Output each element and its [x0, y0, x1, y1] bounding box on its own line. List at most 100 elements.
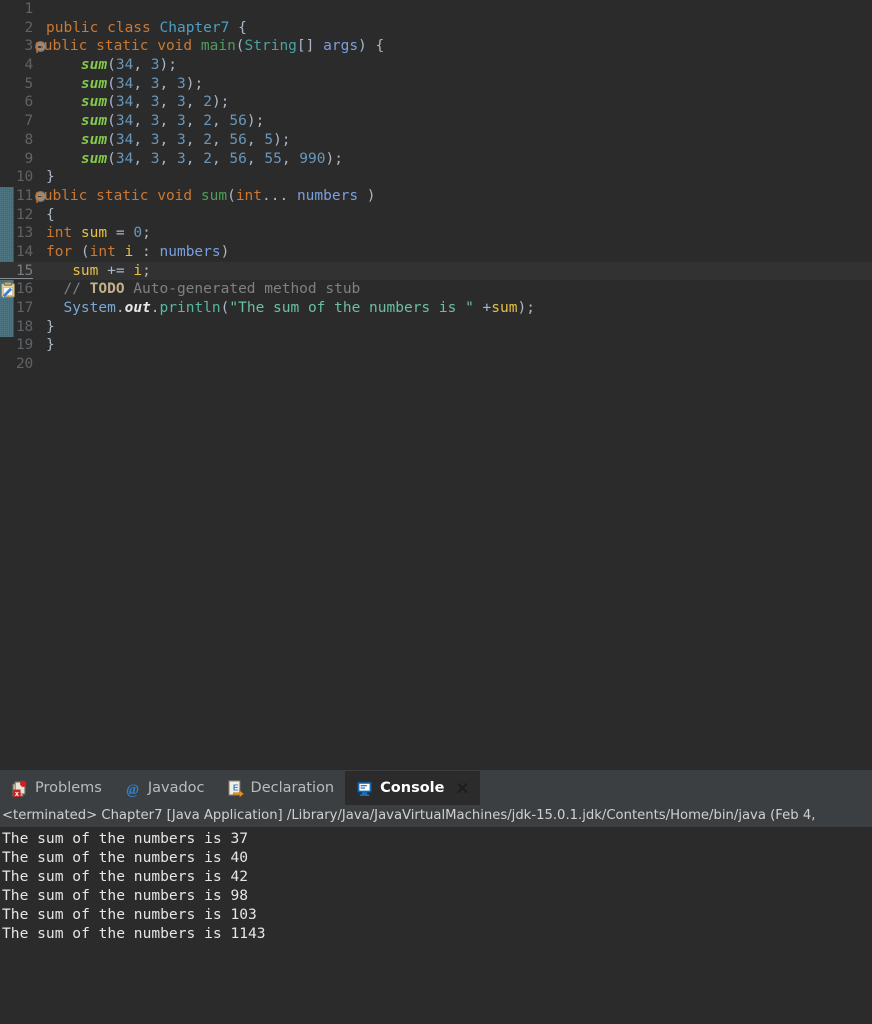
code-text-line-3: public static void main(String[] args) {	[35, 37, 384, 56]
code-line-15[interactable]: 15 sum += i;	[0, 261, 872, 281]
line-number-11: 11	[15, 187, 33, 204]
token-mcall: sum	[80, 57, 108, 74]
code-line-11[interactable]: 11 public static void sum(int... numbers …	[0, 187, 872, 206]
token-localv: sum	[80, 225, 108, 242]
token-todo: TODO	[89, 281, 125, 298]
token-plain: .	[150, 300, 160, 316]
token-plain: );	[211, 94, 230, 111]
console-process-label: <terminated> Chapter7 [Java Application]…	[0, 805, 872, 827]
java-code-editor[interactable]: 1 2 public class Chapter7 {3 public static …	[0, 0, 872, 770]
token-plain: ,	[246, 150, 265, 167]
line-number-7: 7	[24, 113, 33, 130]
code-line-9[interactable]: 9 sum(34, 3, 3, 2, 56, 55, 990);	[0, 150, 872, 169]
code-line-4[interactable]: 4 sum(34, 3);	[0, 56, 872, 75]
token-kw: static	[96, 187, 158, 204]
code-line-13[interactable]: 13 int sum = 0;	[0, 224, 872, 243]
token-plain: ,	[133, 150, 151, 167]
token-plain: ,	[159, 75, 177, 92]
code-line-7[interactable]: 7 sum(34, 3, 3, 2, 56);	[0, 112, 872, 131]
token-plain: ) {	[358, 38, 385, 55]
todo-task-icon[interactable]	[0, 281, 17, 298]
tab-label: Declaration	[250, 780, 335, 796]
code-line-17[interactable]: 17 System.out.println("The sum of the nu…	[0, 299, 872, 318]
code-line-5[interactable]: 5 sum(34, 3, 3);	[0, 75, 872, 94]
code-line-12[interactable]: 12 {	[0, 206, 872, 225]
tab-problems[interactable]: x Problems	[0, 771, 113, 805]
line-number-5: 5	[24, 75, 33, 92]
code-line-10[interactable]: 10}	[0, 168, 872, 187]
token-num: 56	[229, 150, 247, 167]
token-num: 3	[150, 131, 160, 148]
console-output-area[interactable]: The sum of the numbers is 37 The sum of t…	[0, 827, 872, 1024]
line-number-6: 6	[24, 94, 33, 111]
svg-text:E: E	[232, 782, 238, 792]
code-text-line-19: }	[46, 336, 55, 355]
token-num: 3	[177, 75, 186, 92]
token-num: 34	[115, 150, 134, 167]
code-line-18[interactable]: 18}	[0, 318, 872, 337]
code-line-20[interactable]: 20	[0, 355, 872, 374]
line-number-1: 1	[24, 1, 33, 17]
code-line-14[interactable]: 14 for (int i : numbers)	[0, 243, 872, 262]
code-line-19[interactable]: 19}	[0, 336, 872, 355]
console-output-line: The sum of the numbers is 1143	[2, 925, 266, 942]
token-localv: sum	[72, 262, 99, 279]
token-num: 34	[115, 131, 134, 148]
token-num: 3	[177, 113, 186, 130]
token-plain: );	[325, 150, 343, 167]
token-num: 3	[150, 113, 160, 130]
token-plain: (	[107, 75, 116, 92]
token-plain: (	[107, 113, 116, 130]
code-line-1[interactable]: 1	[0, 0, 872, 19]
token-num: 2	[203, 131, 212, 148]
token-num: 34	[115, 57, 134, 74]
tab-declaration[interactable]: E Declaration	[216, 771, 346, 805]
line-number-19: 19	[15, 337, 33, 354]
token-plain: );	[246, 113, 265, 130]
token-kw: for	[46, 243, 81, 260]
code-line-2[interactable]: 2 public class Chapter7 {	[0, 19, 872, 38]
tab-javadoc[interactable]: @ Javadoc	[113, 771, 216, 805]
token-param: numbers	[159, 243, 221, 260]
token-plain: ,	[159, 131, 177, 148]
token-num: 3	[150, 75, 160, 92]
code-line-3[interactable]: 3 public static void main(String[] args) …	[0, 37, 872, 56]
token-localv: sum	[491, 300, 518, 316]
code-text-line-11: public static void sum(int... numbers )	[35, 187, 376, 206]
code-text-line-7: sum(34, 3, 3, 2, 56);	[46, 112, 264, 131]
bottom-view-panel: x Problems @ Javadoc E Declaration Console <te…	[0, 770, 872, 1024]
token-param: numbers	[296, 187, 359, 204]
token-mprint: println	[159, 300, 221, 316]
line-number-9: 9	[24, 150, 33, 167]
token-num: 56	[229, 113, 247, 130]
token-plain: ,	[133, 94, 151, 111]
code-line-6[interactable]: 6 sum(34, 3, 3, 2);	[0, 93, 872, 112]
token-num: 55	[264, 150, 282, 167]
token-plain: .	[115, 300, 125, 316]
token-plain: ;	[142, 262, 151, 279]
token-plain: ,	[133, 113, 151, 130]
code-text-line-5: sum(34, 3, 3);	[46, 75, 203, 94]
eclipse-ide-window: 1 2 public class Chapter7 {3 public static …	[0, 0, 872, 1024]
token-plain: ,	[185, 131, 204, 148]
code-line-8[interactable]: 8 sum(34, 3, 3, 2, 56, 5);	[0, 131, 872, 150]
token-plain: ,	[211, 131, 230, 148]
tab-console[interactable]: Console	[345, 771, 481, 805]
token-mdecl: main	[200, 38, 236, 55]
tab-label: Javadoc	[147, 780, 205, 796]
close-icon[interactable]	[456, 782, 469, 795]
code-text-line-8: sum(34, 3, 3, 2, 56, 5);	[46, 131, 291, 150]
code-text-line-12: {	[46, 206, 55, 225]
token-cmt: //	[46, 281, 90, 298]
token-plain: ,	[185, 113, 204, 130]
problems-icon: x	[11, 780, 28, 797]
code-line-16[interactable]: 16 // TODO Auto-generated method stub	[0, 280, 872, 299]
code-text-line-9: sum(34, 3, 3, 2, 56, 55, 990);	[46, 150, 343, 169]
token-plain: ,	[159, 113, 177, 130]
